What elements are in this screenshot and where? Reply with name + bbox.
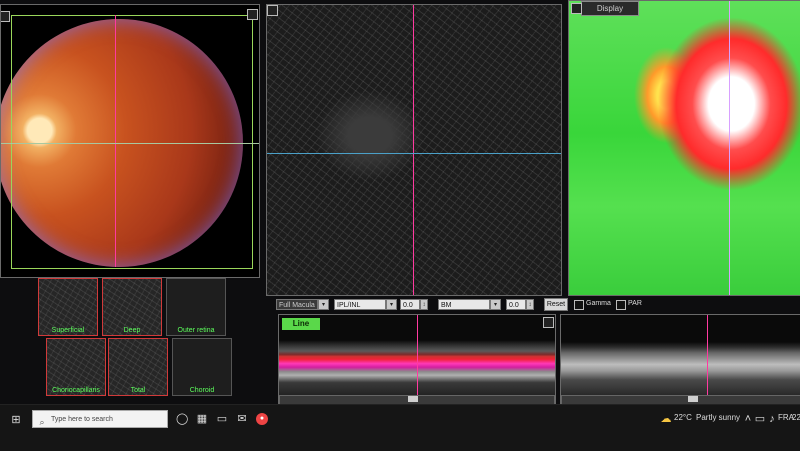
crosshair-vertical: [115, 15, 116, 267]
search-icon: ⌕: [39, 417, 45, 427]
crosshair-vertical: [413, 5, 414, 295]
crosshair-horizontal: [1, 143, 259, 144]
thumbnail-deep[interactable]: Deep: [102, 278, 162, 336]
layer-thumbnails: Superficial Deep Outer retina Choriocapi…: [38, 278, 238, 398]
chrome-icon[interactable]: ●: [256, 413, 268, 425]
file-explorer-icon[interactable]: ▭: [216, 413, 228, 425]
chevron-up-icon[interactable]: ˄: [742, 413, 754, 425]
thumbnail-label: Choroid: [189, 387, 215, 394]
crosshair-vertical: [729, 1, 730, 295]
weather-text: Partly sunny: [696, 413, 741, 422]
par-label: PAR: [628, 300, 642, 307]
crosshair-horizontal: [267, 153, 561, 154]
thumbnail-outer-retina[interactable]: Outer retina: [166, 278, 226, 336]
chevron-down-icon[interactable]: ▾: [318, 299, 329, 310]
thumbnail-superficial[interactable]: Superficial: [38, 278, 98, 336]
par-checkbox[interactable]: [616, 300, 626, 310]
thumbnail-total[interactable]: Total: [108, 338, 168, 396]
thumbnail-label: Choriocapillaris: [52, 387, 100, 394]
reset-button[interactable]: Reset: [544, 298, 568, 311]
fundus-panel[interactable]: [0, 4, 260, 278]
line-button[interactable]: Line: [282, 318, 320, 330]
chevron-down-icon[interactable]: ▾: [490, 299, 501, 310]
bscan-panel-structural[interactable]: [560, 314, 800, 406]
octa-enface-panel[interactable]: [266, 4, 562, 296]
crosshair-vertical: [417, 315, 418, 395]
bscan-panel-segmented[interactable]: Line: [278, 314, 556, 406]
expand-icon[interactable]: [571, 3, 582, 14]
scroll-thumb[interactable]: [688, 396, 698, 402]
display-button[interactable]: Display: [581, 1, 639, 16]
expand-icon[interactable]: [1, 11, 10, 22]
gamma-label: Gamma: [586, 300, 611, 307]
expand-icon[interactable]: [543, 317, 554, 328]
volume-icon[interactable]: ♪: [766, 413, 778, 425]
thumbnail-choroid[interactable]: Choroid: [172, 338, 232, 396]
gamma-checkbox[interactable]: [574, 300, 584, 310]
scroll-thumb[interactable]: [408, 396, 418, 402]
expand-icon[interactable]: [267, 5, 278, 16]
weather-icon[interactable]: ☁: [660, 413, 672, 425]
mail-icon[interactable]: ✉: [236, 413, 248, 425]
thumbnail-choriocapillaris[interactable]: Choriocapillaris: [46, 338, 106, 396]
bottom-layer-select[interactable]: BM: [438, 299, 490, 310]
taskbar-search-input[interactable]: Type here to search: [32, 410, 168, 428]
top-offset-input[interactable]: 0.0: [400, 299, 420, 310]
stepper-icon[interactable]: ↕: [420, 299, 428, 310]
windows-start-icon[interactable]: ⊞: [10, 414, 22, 426]
chevron-down-icon[interactable]: ▾: [386, 299, 397, 310]
scan-region-frame: [11, 15, 253, 269]
thumbnail-label: Superficial: [51, 327, 85, 334]
bottom-offset-input[interactable]: 0.0: [506, 299, 526, 310]
top-layer-select[interactable]: IPL/INL: [334, 299, 386, 310]
widgets-icon[interactable]: ▦: [196, 413, 208, 425]
clock[interactable]: 22:: [792, 413, 800, 422]
temperature-text: 22°C: [674, 413, 692, 422]
expand-icon[interactable]: [247, 9, 258, 20]
task-view-icon[interactable]: ◯: [176, 413, 188, 425]
thumbnail-label: Outer retina: [177, 327, 215, 334]
thickness-heatmap-panel[interactable]: Display: [568, 0, 800, 296]
thumbnail-label: Deep: [123, 327, 141, 334]
segmentation-controls: Full Macula ▾ IPL/INL ▾ 0.0 ↕ BM ▾ 0.0 ↕…: [276, 298, 800, 312]
preset-select[interactable]: Full Macula: [276, 299, 318, 310]
stepper-icon[interactable]: ↕: [526, 299, 534, 310]
crosshair-vertical: [707, 315, 708, 395]
network-icon[interactable]: ▭: [754, 413, 766, 425]
thumbnail-label: Total: [130, 387, 146, 394]
windows-taskbar: ⊞ Type here to search ⌕ ◯ ▦ ▭ ✉ ● ☁ 22°C…: [0, 404, 800, 451]
